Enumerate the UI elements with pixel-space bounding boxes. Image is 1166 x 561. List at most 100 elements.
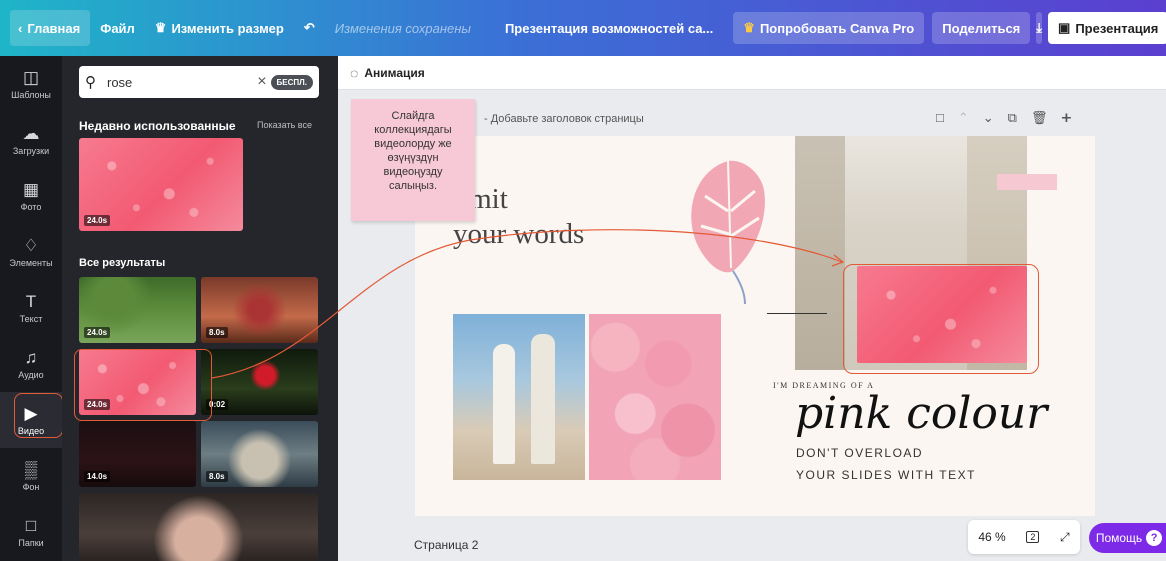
sidebar-item-label: Фото: [20, 201, 42, 212]
background-icon: ▒: [24, 459, 38, 479]
video-highlight-ring: [14, 393, 63, 438]
undo-button[interactable]: ↶: [294, 10, 325, 46]
upload-cloud-icon: ☁: [22, 123, 40, 143]
try-pro-label: Попробовать Canva Pro: [759, 20, 915, 36]
animation-icon: ◌: [350, 64, 359, 81]
sidebar: ◫ Шаблоны ☁ Загрузки ▦ Фото ♢ Элементы T…: [0, 56, 62, 561]
all-results-heading: Все результаты: [79, 257, 166, 269]
sidebar-item-label: Папки: [18, 537, 44, 548]
zoom-controls: 46 % 2 ⤢: [968, 520, 1080, 554]
sidebar-item-folders[interactable]: □ Папки: [0, 504, 62, 560]
sidebar-item-text[interactable]: T Текст: [0, 280, 62, 336]
crown-icon: ♛: [743, 20, 755, 35]
wall-shape: [795, 136, 845, 370]
download-button[interactable]: ⤓: [1036, 12, 1043, 44]
recent-video-thumb[interactable]: 24.0s: [79, 138, 243, 231]
duration-label: 24.0s: [84, 399, 111, 410]
present-icon: ▣: [1058, 20, 1071, 35]
toolbar: ◌ Анимация: [338, 56, 1166, 90]
video-thumb[interactable]: 8.0s: [201, 277, 318, 343]
search-box[interactable]: ⚲ rose × БЕСПЛ.: [79, 66, 319, 98]
try-pro-button[interactable]: ♛ Попробовать Canva Pro: [733, 12, 925, 44]
duplicate-icon[interactable]: ⧉: [1008, 110, 1017, 126]
free-filter-badge[interactable]: БЕСПЛ.: [270, 74, 313, 90]
search-icon: ⚲: [85, 74, 96, 91]
sidebar-item-templates[interactable]: ◫ Шаблоны: [0, 56, 62, 112]
duration-label: 14.0s: [84, 471, 111, 482]
search-input[interactable]: rose: [103, 75, 253, 90]
chevron-left-icon: ‹: [18, 20, 23, 36]
sidebar-item-label: Текст: [19, 313, 43, 324]
page-count[interactable]: 2: [1026, 531, 1040, 543]
move-down-icon[interactable]: ⌄: [983, 110, 994, 126]
sidebar-item-label: Шаблоны: [11, 89, 51, 100]
divider-line: [767, 313, 827, 314]
templates-icon: ◫: [22, 67, 40, 87]
sidebar-item-uploads[interactable]: ☁ Загрузки: [0, 112, 62, 168]
add-page-icon[interactable]: ➕︎: [1061, 110, 1071, 126]
move-up-icon[interactable]: ⌃: [958, 110, 969, 126]
share-button[interactable]: Поделиться: [932, 12, 1031, 44]
slide-video[interactable]: [857, 266, 1027, 363]
sidebar-item-label: Фон: [22, 481, 40, 492]
recent-heading: Недавно использованные: [79, 119, 236, 133]
body-text[interactable]: DON'T OVERLOAD YOUR SLIDES WITH TEXT: [796, 442, 976, 486]
body-text-line: DON'T OVERLOAD: [796, 446, 924, 460]
video-thumb[interactable]: 8.0s: [201, 421, 318, 487]
duration-label: 8.0s: [206, 327, 228, 338]
note-icon[interactable]: □: [936, 110, 944, 126]
clear-icon[interactable]: ×: [253, 73, 270, 91]
sidebar-item-label: Аудио: [18, 369, 44, 380]
elements-icon: ♢: [23, 235, 39, 255]
editor-area: ◌ Анимация - Добавьте заголовок страницы…: [338, 56, 1166, 561]
present-label: Презентация: [1075, 20, 1159, 36]
video-thumb[interactable]: 14.0s: [79, 421, 196, 487]
slide-canvas[interactable]: limit your words I'M DREAMING OF A pink …: [415, 136, 1095, 516]
video-panel: ⚲ rose × БЕСПЛ. Недавно использованные П…: [62, 56, 338, 561]
sidebar-item-label: Загрузки: [12, 145, 50, 156]
page-2-label[interactable]: Страница 2: [414, 538, 478, 552]
petals-photo[interactable]: [589, 314, 721, 480]
zoom-level[interactable]: 46 %: [978, 530, 1005, 544]
home-button[interactable]: ‹ Главная: [10, 10, 91, 46]
fullscreen-icon[interactable]: ⤢: [1060, 530, 1070, 545]
animation-button[interactable]: Анимация: [364, 66, 424, 80]
photo-icon: ▦: [22, 179, 40, 199]
present-button[interactable]: ▣ Презентация: [1048, 12, 1166, 44]
question-icon: ?: [1146, 530, 1163, 546]
duration-label: 24.0s: [84, 215, 111, 226]
monstera-leaf-graphic[interactable]: [683, 156, 773, 306]
duration-label: 0:02: [206, 399, 229, 410]
top-bar: ‹ Главная Файл ♛ Изменить размер ↶ Измен…: [0, 0, 1166, 56]
page-title-field[interactable]: - Добавьте заголовок страницы: [484, 113, 644, 125]
body-text-line: YOUR SLIDES WITH TEXT: [796, 468, 976, 482]
crown-icon: ♛: [154, 20, 167, 35]
duration-label: 24.0s: [84, 327, 111, 338]
sticky-note: Слайдга коллекциядагы видеолорду же өзүң…: [351, 99, 475, 221]
file-menu[interactable]: Файл: [90, 10, 145, 46]
pink-colour-text[interactable]: pink colour: [795, 388, 1047, 439]
figure-shape: [493, 344, 515, 464]
document-title[interactable]: Презентация возможностей са...: [495, 10, 723, 46]
help-label: Помощь: [1095, 531, 1143, 545]
sidebar-item-audio[interactable]: ♫ Аудио: [0, 336, 62, 392]
sidebar-item-elements[interactable]: ♢ Элементы: [0, 224, 62, 280]
sidebar-item-background[interactable]: ▒ Фон: [0, 448, 62, 504]
download-icon: ⤓: [1036, 20, 1043, 35]
video-thumb-selected[interactable]: 24.0s: [79, 349, 196, 415]
girls-photo[interactable]: [453, 314, 585, 480]
undo-icon: ↶: [303, 20, 315, 35]
sidebar-item-photos[interactable]: ▦ Фото: [0, 168, 62, 224]
video-thumb[interactable]: [79, 493, 318, 561]
duration-label: 8.0s: [206, 471, 228, 482]
save-status: Изменения сохранены: [334, 20, 471, 36]
pink-rectangle[interactable]: [997, 174, 1057, 190]
video-thumb[interactable]: 0:02: [201, 349, 318, 415]
help-button[interactable]: Помощь ?: [1089, 523, 1166, 553]
trash-icon[interactable]: 🗑︎: [1031, 110, 1048, 126]
video-thumb[interactable]: 24.0s: [79, 277, 196, 343]
figure-shape: [531, 334, 555, 464]
see-all-link[interactable]: Показать все: [257, 120, 312, 130]
text-icon: T: [25, 291, 37, 311]
resize-button[interactable]: ♛ Изменить размер: [145, 10, 294, 46]
